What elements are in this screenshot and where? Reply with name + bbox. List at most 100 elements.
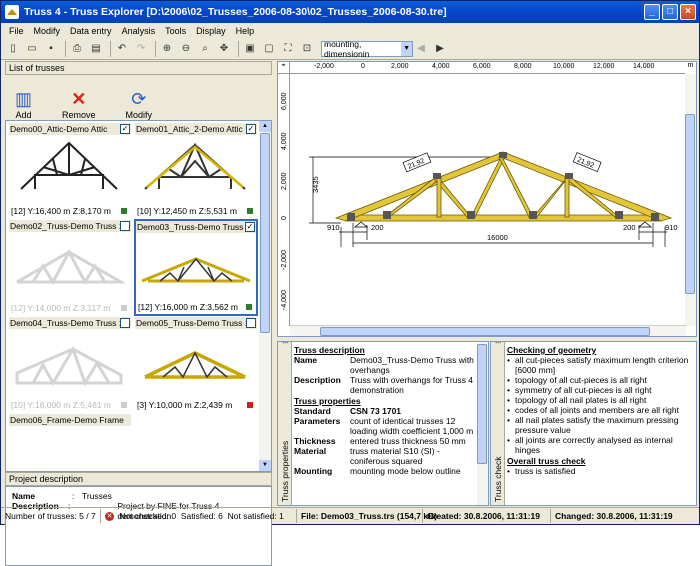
truss-check-tab-label: Truss check bbox=[493, 456, 503, 502]
open-icon[interactable]: ▭ bbox=[24, 41, 40, 57]
file-info: File: Demo03_Truss.trs (154,7 kB) bbox=[297, 509, 437, 523]
scroll-down-icon[interactable]: ▼ bbox=[259, 460, 271, 471]
print-icon[interactable]: ⎙ bbox=[69, 41, 85, 57]
zoom-window-icon[interactable]: ⌕ bbox=[197, 41, 213, 57]
svg-text:Truss properties: Truss properties bbox=[280, 441, 290, 502]
ruler-v-label: 6,000 bbox=[281, 92, 288, 110]
maximize-button[interactable]: □ bbox=[662, 4, 678, 20]
menu-bar: File Modify Data entry Analysis Tools Di… bbox=[1, 23, 699, 38]
check-item: truss is satisfied bbox=[507, 466, 694, 476]
add-icon: ▥ bbox=[15, 89, 33, 109]
view-all-icon[interactable]: ▣ bbox=[242, 41, 258, 57]
window-title: Truss 4 - Truss Explorer [D:\2006\02_Tru… bbox=[24, 6, 447, 18]
properties-scrollbar[interactable] bbox=[477, 342, 488, 505]
truss-thumbnail bbox=[16, 248, 125, 285]
close-button[interactable]: × bbox=[680, 4, 696, 20]
status-indicator bbox=[247, 208, 253, 214]
truss-count: Number of trusses: 5 / 7 bbox=[1, 509, 101, 523]
pin-icon[interactable]: ⁝ bbox=[281, 264, 438, 344]
truss-checkbox[interactable]: ✓ bbox=[245, 222, 255, 232]
menu-data-entry[interactable]: Data entry bbox=[65, 26, 117, 36]
menu-display[interactable]: Display bbox=[191, 26, 231, 36]
next-icon[interactable]: ▶ bbox=[432, 41, 448, 57]
undo-icon[interactable]: ↶ bbox=[114, 41, 130, 57]
add-button[interactable]: ▥ Add bbox=[15, 88, 32, 120]
scroll-thumb[interactable] bbox=[685, 114, 695, 294]
truss-item[interactable]: Demo04_Truss-Demo Truss 1 [10] Y:18,000 … bbox=[9, 317, 131, 412]
truss-properties-content: Truss description Name Demo03_Truss-Demo … bbox=[294, 345, 474, 476]
truss-checkbox[interactable]: ✓ bbox=[246, 124, 256, 134]
menu-analysis[interactable]: Analysis bbox=[117, 26, 161, 36]
right-overhang-dimension: 910 bbox=[665, 223, 678, 232]
pin-icon[interactable]: ⁝ bbox=[494, 264, 651, 344]
truss-item[interactable]: Demo05_Truss-Demo Truss 1 [3] Y:10,000 m… bbox=[135, 317, 257, 412]
app-icon bbox=[5, 5, 19, 19]
changed-info: Changed: 30.8.2006, 11:31:19 bbox=[555, 511, 673, 521]
pan-icon[interactable]: ✥ bbox=[216, 41, 232, 57]
zoom-in-icon[interactable]: ⊕ bbox=[159, 41, 175, 57]
status-bar: Number of trusses: 5 / 7 ✕ Not checked: … bbox=[1, 507, 699, 524]
truss-checkbox[interactable]: ✓ bbox=[120, 124, 130, 134]
new-icon[interactable]: ▯ bbox=[5, 41, 21, 57]
zoom-area-icon[interactable]: ⊡ bbox=[299, 41, 315, 57]
remove-button[interactable]: ✕ Remove bbox=[62, 88, 96, 120]
scroll-thumb[interactable] bbox=[477, 344, 487, 464]
view-frame-icon[interactable]: ▢ bbox=[261, 41, 277, 57]
scroll-thumb[interactable] bbox=[260, 133, 270, 333]
previous-icon[interactable]: ◀ bbox=[413, 41, 429, 57]
truss-properties-tab-label: Truss properties bbox=[280, 441, 290, 502]
check-item: symmetry of all cut-pieces is all right bbox=[507, 385, 694, 395]
list-header: List of trusses bbox=[5, 61, 272, 75]
truss-item[interactable]: Demo01_Attic_2-Demo Attic ✓ [10] Y:12,450… bbox=[135, 123, 257, 218]
zoom-out-icon[interactable]: ⊖ bbox=[178, 41, 194, 57]
check-item: codes of all joints and members are all … bbox=[507, 405, 694, 415]
truss-check-tab[interactable]: ⁝ Truss check bbox=[491, 341, 505, 505]
truss-item[interactable]: Demo00_Attic-Demo Attic ✓ [12] Y:16,400 m… bbox=[9, 123, 131, 218]
truss-properties-tab[interactable]: ⁝ Truss properties bbox=[278, 341, 292, 505]
app-window: Truss 4 - Truss Explorer [D:\2006\02_Tru… bbox=[0, 0, 700, 566]
toolbar: ▯ ▭ ▪ ⎙ ▤ ↶ ↷ ⊕ ⊖ ⌕ ✥ ▣ ▢ ⛶ ⊡ mounting, … bbox=[1, 38, 699, 60]
menu-tools[interactable]: Tools bbox=[160, 26, 191, 36]
fit-icon[interactable]: ⛶ bbox=[280, 41, 296, 57]
svg-text:Truss check: Truss check bbox=[493, 456, 503, 502]
truss-list-scrollbar[interactable]: ▲ ▼ bbox=[259, 121, 271, 471]
truss-checkbox[interactable] bbox=[120, 318, 130, 328]
view-mode-select[interactable]: mounting, dimensionin ▼ bbox=[321, 38, 413, 59]
menu-modify[interactable]: Modify bbox=[29, 26, 66, 36]
truss-list: Demo00_Attic-Demo Attic ✓ [12] Y:16,400 m… bbox=[5, 120, 272, 472]
span-dimension: 16000 bbox=[487, 233, 508, 242]
truss-checkbox[interactable] bbox=[246, 318, 256, 328]
truss-check-panel: ⁝ Truss check Checking of geometry all c… bbox=[490, 341, 697, 506]
status-indicator bbox=[121, 305, 127, 311]
truss-thumbnail bbox=[20, 141, 118, 190]
truss-item-selected[interactable]: Demo03_Truss-Demo Truss w ✓ [12] Y:16,000… bbox=[134, 219, 258, 316]
scroll-up-icon[interactable]: ▲ bbox=[259, 121, 271, 132]
status-indicator bbox=[121, 402, 127, 408]
preview-icon[interactable]: ▤ bbox=[88, 41, 104, 57]
menu-help[interactable]: Help bbox=[231, 26, 260, 36]
ruler-v-label: 2,000 bbox=[281, 172, 288, 190]
left-support-dimension: 200 bbox=[371, 223, 384, 232]
modify-button[interactable]: ⟳ Modify bbox=[126, 88, 153, 120]
truss-check-content: Checking of geometry all cut-pieces sati… bbox=[507, 344, 694, 503]
right-support-dimension: 200 bbox=[623, 223, 636, 232]
status-indicator bbox=[247, 402, 253, 408]
ruler-v-label: 0 bbox=[281, 216, 288, 220]
view-mode-value: mounting, dimensionin bbox=[324, 38, 370, 59]
title-bar: Truss 4 - Truss Explorer [D:\2006\02_Tru… bbox=[1, 1, 699, 23]
minimize-button[interactable]: _ bbox=[644, 4, 660, 20]
truss-thumbnail bbox=[144, 142, 246, 190]
truss-item[interactable]: Demo02_Truss-Demo Truss 1 [12] Y:14,000 … bbox=[9, 220, 131, 315]
redo-icon[interactable]: ↷ bbox=[133, 41, 149, 57]
truss-properties-panel: ⁝ Truss properties Truss description Nam… bbox=[277, 341, 489, 506]
truss-item[interactable]: Demo06_Frame-Demo Frame bbox=[9, 414, 131, 471]
drawing-vertical-scrollbar[interactable] bbox=[685, 74, 696, 326]
ruler-v-label: 4,000 bbox=[281, 132, 288, 150]
truss-thumbnail bbox=[141, 257, 251, 283]
save-icon[interactable]: ▪ bbox=[43, 41, 59, 57]
menu-file[interactable]: File bbox=[4, 26, 29, 36]
truss-thumbnail bbox=[144, 351, 246, 379]
chevron-down-icon: ▼ bbox=[401, 41, 412, 56]
truss-checkbox[interactable] bbox=[120, 221, 130, 231]
height-dimension: 3435 bbox=[311, 176, 320, 193]
